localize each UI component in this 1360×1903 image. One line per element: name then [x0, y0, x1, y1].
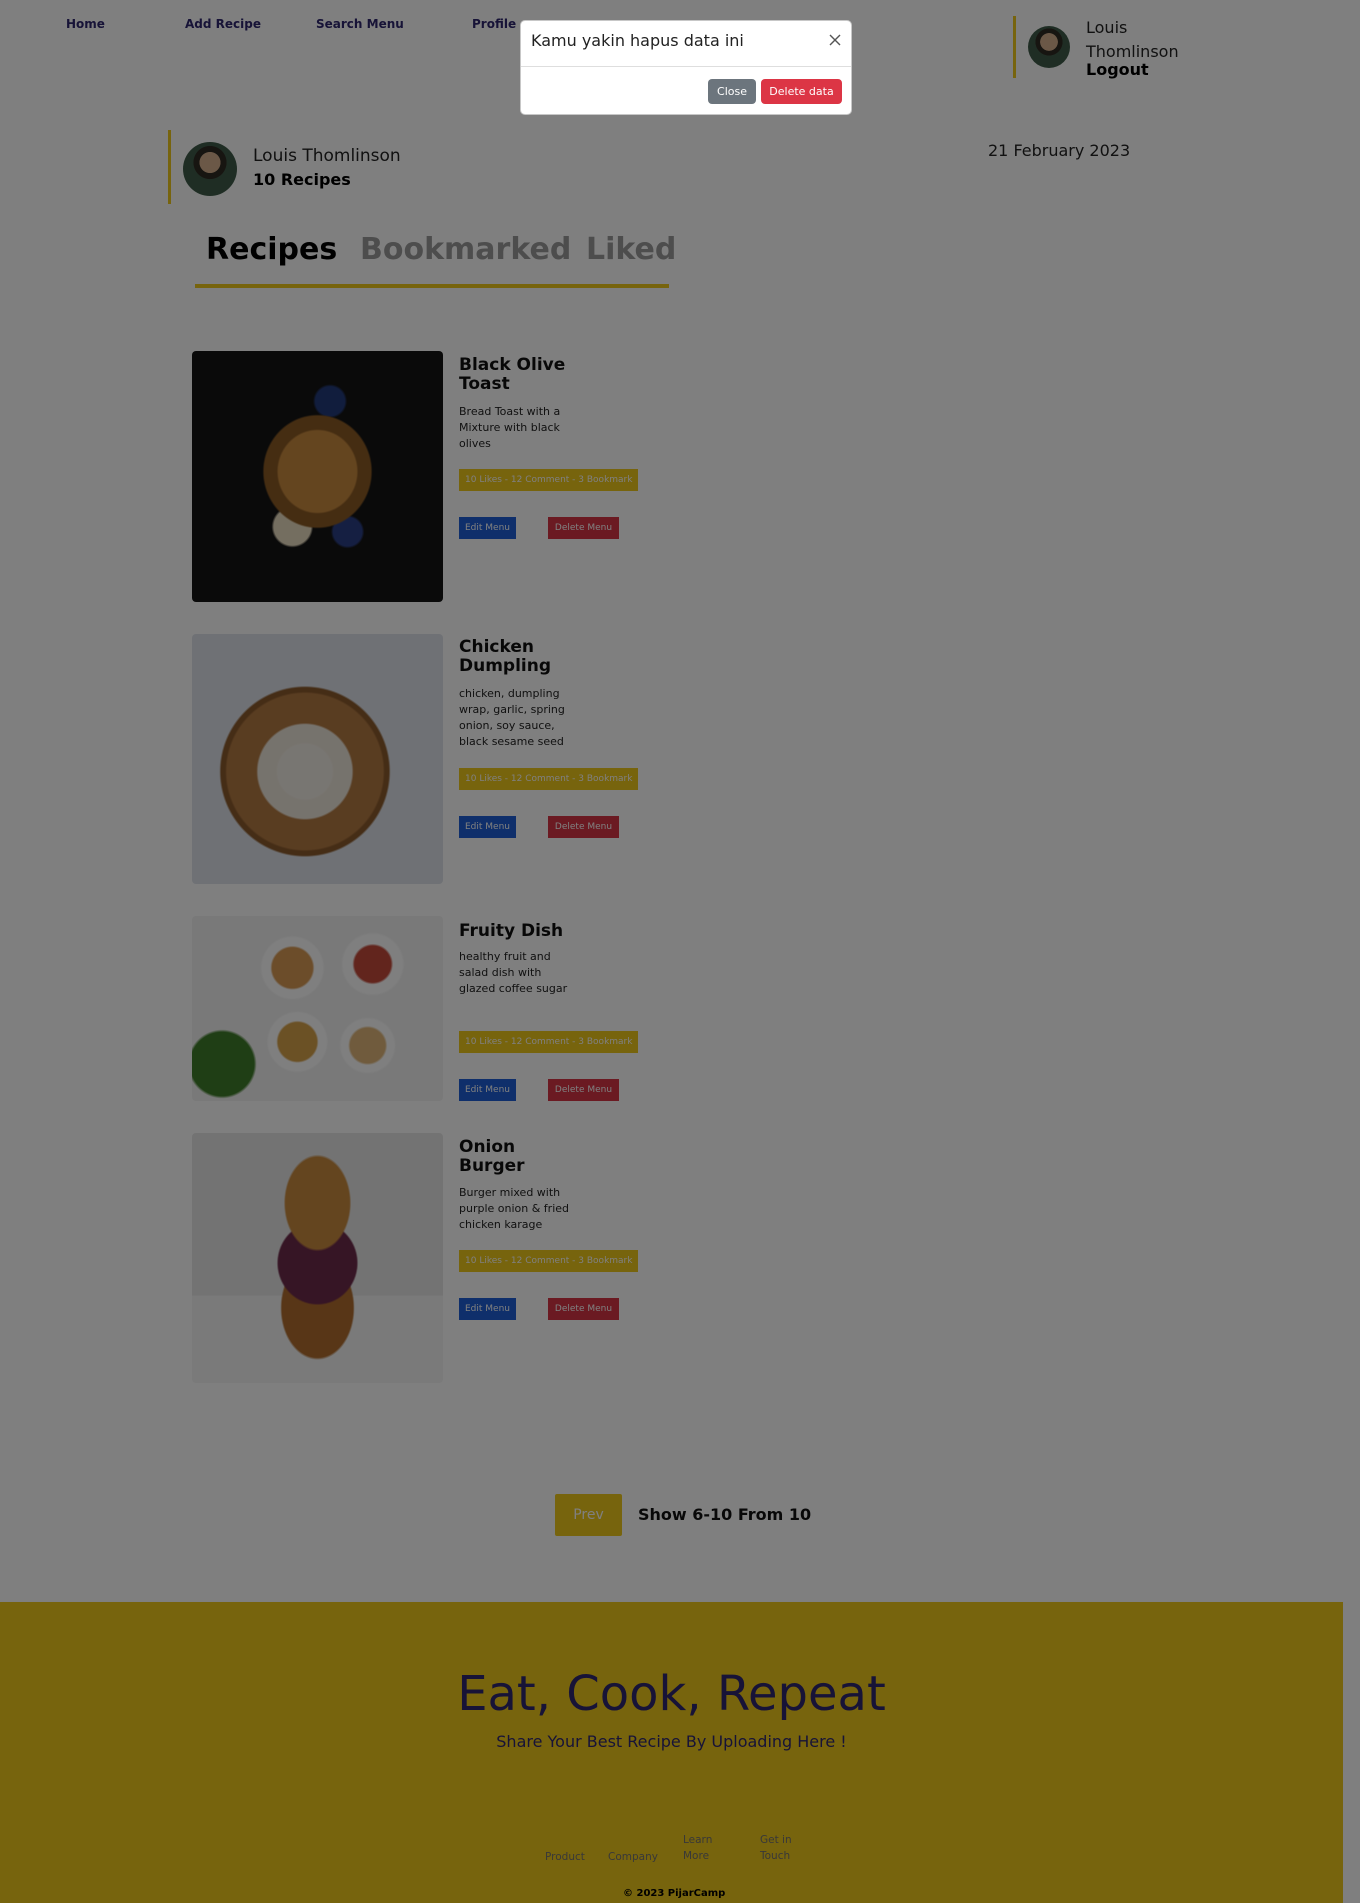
- modal-backdrop[interactable]: [0, 0, 1360, 1903]
- modal-close-button[interactable]: Close: [708, 79, 756, 104]
- close-icon[interactable]: [828, 33, 842, 47]
- modal-title: Kamu yakin hapus data ini: [531, 31, 744, 50]
- modal-delete-button[interactable]: Delete data: [761, 79, 842, 104]
- delete-confirm-modal: Kamu yakin hapus data ini Close Delete d…: [520, 20, 852, 115]
- modal-divider: [521, 66, 851, 67]
